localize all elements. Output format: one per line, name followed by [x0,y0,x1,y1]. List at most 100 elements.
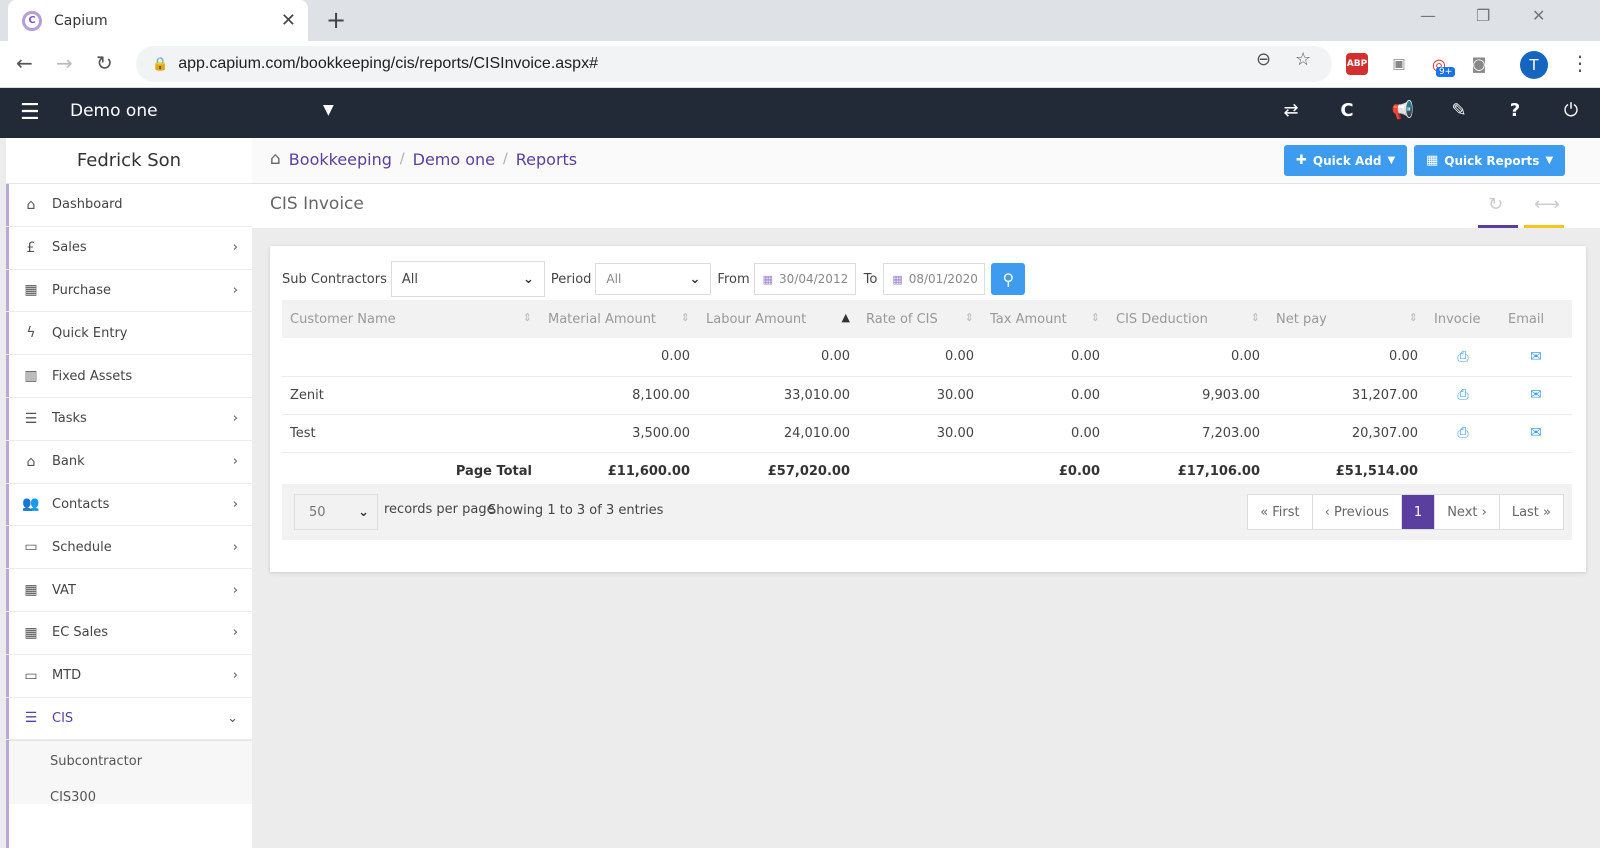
header-label: Net pay [1276,311,1327,327]
extension-icon[interactable]: ▣ [1388,53,1410,75]
quick-add-button[interactable]: ✚ Quick Add ▼ [1284,145,1408,176]
next-page-button[interactable]: Next › [1434,495,1499,529]
sidebar-item-label: Contacts [52,496,110,512]
breadcrumb-separator: / [399,151,405,167]
header-label: Rate of CIS [866,311,938,327]
breadcrumb-reports[interactable]: Reports [516,150,577,169]
chevron-down-icon[interactable]: ▼ [323,102,334,118]
sidebar-item-tasks[interactable]: ☰ Tasks › [6,398,252,441]
sidebar-item-mtd[interactable]: ▭ MTD › [6,655,252,698]
back-icon[interactable]: ← [16,51,33,75]
sort-icon: ⇕ [964,311,974,324]
restore-icon[interactable]: ❐ [1476,6,1490,25]
column-header[interactable]: Net pay ⇕ [1268,300,1426,338]
reload-icon[interactable]: ↻ [96,51,113,75]
close-tab-icon[interactable]: ✕ [281,10,296,31]
per-page-value: 50 [309,504,326,520]
expand-icon[interactable]: ⟷ [1534,194,1560,215]
sidebar-item-dashboard[interactable]: ⌂ Dashboard [6,184,252,227]
pdf-invoice-icon[interactable]: ⎙ [1426,414,1500,453]
quick-reports-button[interactable]: ▦ Quick Reports ▼ [1414,145,1566,176]
current-page-button[interactable]: 1 [1400,495,1435,529]
sidebar-subitem-subcontractor[interactable]: Subcontractor [6,741,252,781]
subcontractors-select[interactable]: All ⌄ [390,261,545,297]
capium-logo-icon[interactable]: C [1335,100,1359,121]
sidebar-subitem-cis300[interactable]: CIS300 [6,781,252,805]
sidebar-item-sales[interactable]: £ Sales › [6,227,252,270]
minimize-icon[interactable]: — [1420,6,1436,25]
sidebar-item-quick-entry[interactable]: ϟ Quick Entry [6,312,252,356]
table-header-row: Customer Name ⇕ Material Amount ⇕ Labour A… [282,300,1572,338]
email-icon[interactable]: ✉ [1500,338,1572,377]
help-icon[interactable]: ? [1503,100,1527,121]
company-name[interactable]: Demo one [70,101,158,121]
switch-icon[interactable]: ⇄ [1279,100,1303,121]
sidebar-item-contacts[interactable]: 👥 Contacts › [6,484,252,527]
list-icon: ☰ [24,710,38,727]
chevron-down-icon: ▼ [1545,155,1554,166]
sidebar-item-ec-sales[interactable]: ▦ EC Sales › [6,612,252,655]
bookmark-star-icon[interactable]: ☆ [1295,49,1311,70]
refresh-icon[interactable]: ↻ [1488,194,1503,215]
sidebar-item-purchase[interactable]: ▦ Purchase › [6,270,252,313]
table-cell: 30.00 [858,376,982,415]
from-date-input[interactable]: ▦ 30/04/2012 [753,263,856,295]
zoom-icon[interactable]: ⊖ [1256,49,1271,70]
sidebar: Fedrick Son ⌂ Dashboard £ Sales › ▦ Purchase › ϟ… [6,138,252,848]
last-page-button[interactable]: Last » [1498,495,1563,529]
table-row: 0.00 0.00 0.00 0.00 0.00 0.00 ⎙ ✉ [282,338,1572,377]
column-header[interactable]: Material Amount ⇕ [540,300,698,338]
subcontractors-value: All [401,271,418,287]
address-bar[interactable]: 🔒 app.capium.com/bookkeeping/cis/reports… [136,46,1332,82]
table-icon: ▦ [1426,153,1439,168]
column-header[interactable]: Tax Amount ⇕ [982,300,1108,338]
bank-icon: ⌂ [26,453,36,470]
pdf-invoice-icon[interactable]: ⎙ [1426,376,1500,415]
sidebar-item-cis[interactable]: ☰ CIS ⌄ [6,698,252,741]
records-per-page-select[interactable]: 50 ⌄ [294,494,378,530]
forward-icon[interactable]: → [56,51,73,75]
sidebar-item-bank[interactable]: ⌂ Bank › [6,441,252,484]
breadcrumb-demo-one[interactable]: Demo one [413,150,495,169]
to-date-input[interactable]: ▦ 08/01/2020 [883,263,986,295]
sidebar-item-vat[interactable]: ▦ VAT › [6,569,252,612]
email-icon[interactable]: ✉ [1500,414,1572,453]
purchase-icon: ▦ [24,282,38,299]
close-window-icon[interactable]: ✕ [1532,6,1545,25]
column-header[interactable]: CIS Deduction ⇕ [1108,300,1268,338]
power-icon[interactable]: ⏻ [1559,100,1583,121]
browser-tab[interactable]: C Capium ✕ [8,0,308,41]
hamburger-menu-icon[interactable]: ☰ [20,100,40,125]
first-page-button[interactable]: « First [1248,495,1311,529]
previous-page-button[interactable]: ‹ Previous [1311,495,1401,529]
column-header[interactable]: Customer Name ⇕ [282,300,540,338]
search-button[interactable]: ⚲ [991,263,1026,295]
email-icon[interactable]: ✉ [1500,376,1572,415]
from-date-value: 30/04/2012 [779,272,849,286]
sidebar-item-schedule[interactable]: ▭ Schedule › [6,526,252,570]
megaphone-icon[interactable]: 📢 [1391,100,1415,121]
column-header[interactable]: Rate of CIS ⇕ [858,300,982,338]
profile-avatar[interactable]: T [1520,51,1548,79]
table-cell: Zenit [282,376,540,415]
period-select[interactable]: All ⌄ [595,263,712,295]
new-tab-icon[interactable]: + [326,6,346,34]
adblock-icon[interactable]: ABP [1346,53,1368,75]
column-header[interactable]: Labour Amount ▲ [698,300,858,338]
home-icon[interactable]: ⌂ [270,149,281,169]
filter-bar: Sub Contractors All ⌄ Period All ⌄ From … [282,261,1026,297]
users-icon: 👥 [22,496,40,513]
pdf-invoice-icon[interactable]: ⎙ [1426,338,1500,377]
ticket-icon[interactable]: ✎ [1447,100,1471,121]
camera-icon[interactable]: ◙ [1468,53,1490,75]
browser-menu-icon[interactable]: ⋮ [1570,51,1590,75]
to-date-value: 08/01/2020 [908,272,978,286]
sidebar-menu: ⌂ Dashboard £ Sales › ▦ Purchase › ϟ Quick Entry ▥… [6,184,252,741]
breadcrumb-bookkeeping[interactable]: Bookkeeping [289,150,392,169]
chevron-down-icon: ⌄ [358,504,369,520]
table-row: Zenit 8,100.00 33,010.00 30.00 0.00 9,903.00 3… [282,376,1572,415]
table-cell: 0.00 [982,376,1108,415]
sidebar-item-fixed-assets[interactable]: ▥ Fixed Assets [6,355,252,398]
sidebar-item-label: Purchase [52,282,112,298]
building-icon: ▥ [24,368,38,385]
